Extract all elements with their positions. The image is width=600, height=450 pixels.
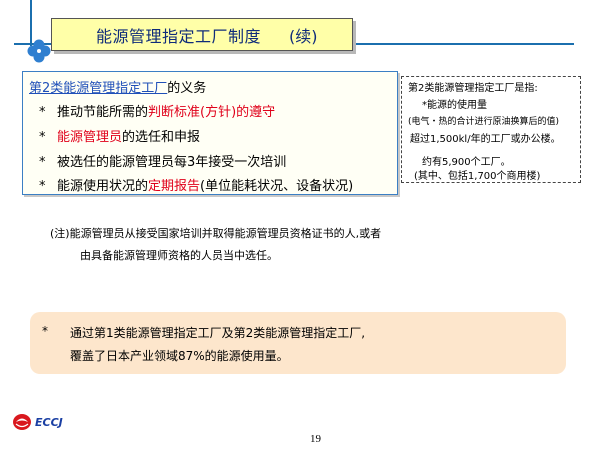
definition-line: 第2类能源管理指定工厂是指: — [408, 83, 538, 94]
bullet-text-after: (单位能耗状况、设备状况) — [200, 179, 354, 194]
bullet-highlight: 定期报告 — [148, 179, 201, 194]
slide-subtitle: (续) — [289, 26, 318, 46]
summary-marker: * — [42, 324, 48, 338]
bullet-text: 能源使用状况的 — [57, 179, 149, 194]
bullet-marker: * — [39, 105, 46, 120]
definition-line: *能源的使用量 — [422, 100, 487, 111]
definition-note-box: 第2类能源管理指定工厂是指: *能源的使用量 (电气・热的合计进行原油换算后的值… — [401, 76, 581, 183]
eccj-logo-icon — [13, 414, 31, 430]
definition-line: (其中、包括1,700个商用楼) — [414, 171, 541, 182]
bullet-item: * 能源使用状况的定期报告(单位能耗状况、设备状况) — [39, 175, 353, 194]
summary-line: 通过第1类能源管理指定工厂及第2类能源管理指定工厂, — [70, 326, 366, 340]
page-number: 19 — [310, 433, 321, 445]
slide-title: 能源管理指定工厂制度 — [96, 26, 262, 46]
obligations-box: 第2类能源管理指定工厂的义务 * 推动节能所需的判断标准(方针)的遵守 * 能源管理… — [22, 71, 398, 195]
definition-line: 超过1,500kl/年的工厂或办公楼。 — [410, 134, 561, 145]
summary-box: * 通过第1类能源管理指定工厂及第2类能源管理指定工厂, 覆盖了日本产业领域87… — [30, 312, 566, 374]
bullet-item: * 能源管理员的选任和申报 — [39, 126, 200, 145]
bullet-marker: * — [39, 179, 46, 194]
clover-icon — [27, 39, 51, 63]
footnote-line: (注)能源管理员从接受国家培训并取得能源管理员资格证书的人,或者 — [50, 227, 382, 240]
bullet-text-after: 的选任和申报 — [122, 130, 201, 145]
slide-title-box: 能源管理指定工厂制度 (续) — [51, 18, 353, 51]
definition-line: (电气・热的合计进行原油换算后的值) — [408, 117, 560, 127]
definition-line: 约有5,900个工厂。 — [422, 157, 511, 168]
heading-highlight: 第2类能源管理指定工厂 — [29, 81, 168, 96]
logo-text: ECCJ — [35, 415, 63, 429]
bullet-highlight: 能源管理员 — [57, 130, 123, 145]
bullet-item: * 推动节能所需的判断标准(方针)的遵守 — [39, 101, 275, 120]
bullet-highlight: 判断标准(方针)的遵守 — [148, 105, 276, 120]
bullet-text: 被选任的能源管理员每3年接受一次培训 — [57, 155, 287, 170]
bullet-item: * 被选任的能源管理员每3年接受一次培训 — [39, 151, 286, 170]
obligations-heading: 第2类能源管理指定工厂的义务 — [29, 77, 206, 96]
eccj-logo: ECCJ — [12, 413, 63, 431]
heading-rest: 的义务 — [167, 81, 207, 96]
summary-line: 覆盖了日本产业领域87%的能源使用量。 — [70, 349, 289, 363]
bullet-marker: * — [39, 155, 46, 170]
bullet-text: 推动节能所需的 — [57, 105, 149, 120]
bullet-marker: * — [39, 130, 46, 145]
footnote-line: 由具备能源管理师资格的人员当中选任。 — [80, 249, 278, 262]
